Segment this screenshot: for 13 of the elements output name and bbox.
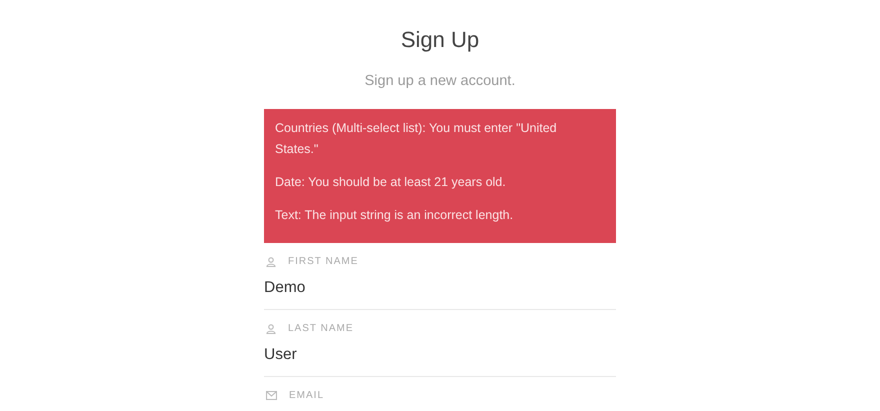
- field-label: EMAIL: [289, 390, 324, 401]
- error-message: Text: The input string is an incorrect length.: [275, 207, 514, 224]
- person-icon: [266, 256, 276, 266]
- error-message: Countries (Multi-select list): You must enter "United States.": [275, 120, 558, 158]
- field-label: FIRST NAME: [288, 256, 358, 267]
- page-title: Sign Up: [400, 27, 480, 53]
- input-field[interactable]: Demo: [264, 279, 616, 297]
- error-message: Date: You should be at least 21 years old.: [275, 174, 507, 191]
- person-icon: [266, 324, 276, 334]
- input-field[interactable]: User: [264, 346, 616, 364]
- field-label: LAST NAME: [288, 323, 354, 334]
- page-subtitle: Sign up a new account.: [364, 73, 516, 89]
- envelope-icon: [266, 391, 277, 400]
